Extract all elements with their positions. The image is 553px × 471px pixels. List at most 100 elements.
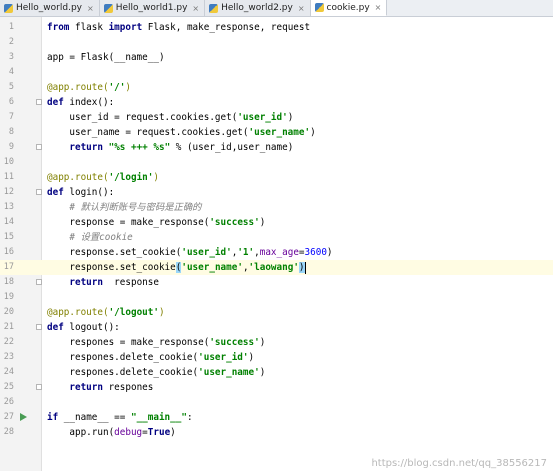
python-file-icon (4, 3, 13, 13)
tab-hello_world1-py[interactable]: Hello_world1.py × (99, 0, 206, 16)
code-text: user_id = request.cookies.get('user_id') (47, 110, 293, 125)
line-number: 4 (8, 67, 14, 77)
code-line[interactable]: 22 respones = make_response('success') (0, 335, 553, 350)
code-token: 'success' (209, 217, 260, 228)
close-icon[interactable]: × (87, 4, 94, 13)
code-line[interactable]: 6 def index(): (0, 95, 553, 110)
code-token: '/logout' (108, 307, 159, 318)
code-line[interactable]: 12 def login(): (0, 185, 553, 200)
code-token: if (47, 412, 59, 423)
code-line[interactable]: 28 app.run(debug=True) (0, 425, 553, 440)
close-icon[interactable]: × (375, 3, 382, 12)
code-token: 'user_id' (181, 247, 232, 258)
line-number: 6 (8, 97, 14, 107)
code-line[interactable]: 24 respones.delete_cookie('user_name') (0, 365, 553, 380)
code-token: : (186, 412, 193, 423)
code-token: ) (125, 82, 131, 93)
code-line[interactable]: 5 @app.route('/') (0, 80, 553, 95)
fold-marker-icon[interactable] (36, 324, 42, 330)
fold-marker-icon[interactable] (36, 384, 42, 390)
code-token: 'laowang' (248, 262, 299, 273)
tab-label: Hello_world.py (16, 3, 82, 13)
code-line[interactable]: 25 return respones (0, 380, 553, 395)
line-number: 9 (8, 142, 14, 152)
code-token: index(): (63, 97, 115, 108)
code-line[interactable]: 3 app = Flask(__name__) (0, 50, 553, 65)
line-number: 23 (3, 352, 14, 362)
watermark: https://blog.csdn.net/qq_38556217 (371, 458, 547, 469)
code-line[interactable]: 2 (0, 35, 553, 50)
tab-label: cookie.py (326, 2, 370, 13)
code-token: '/' (108, 82, 126, 93)
code-token: user_id = request.cookies.get( (47, 112, 238, 123)
close-icon[interactable]: × (192, 4, 199, 13)
tab-cookie-py[interactable]: cookie.py × (310, 0, 388, 16)
fold-marker-icon[interactable] (36, 189, 42, 195)
code-token: respones (102, 382, 154, 393)
code-line[interactable]: 8 user_name = request.cookies.get('user_… (0, 125, 553, 140)
text-caret (304, 261, 306, 274)
tab-label: Hello_world2.py (221, 3, 293, 13)
code-line[interactable]: 27 if __name__ == "__main__": (0, 410, 553, 425)
code-text: return response (47, 275, 159, 290)
code-token: ) (248, 352, 255, 363)
tab-hello_world-py[interactable]: Hello_world.py × (0, 0, 100, 16)
fold-marker-icon[interactable] (36, 144, 42, 150)
close-icon[interactable]: × (298, 4, 305, 13)
run-arrow-icon[interactable] (20, 413, 27, 421)
code-token: % (user_id,user_name) (170, 142, 294, 153)
code-text: @app.route('/logout') (47, 305, 165, 320)
code-token: ) (310, 127, 316, 138)
code-text: respones = make_response('success') (47, 335, 265, 350)
code-text: # 默认判断账号与密码是正确的 (47, 200, 201, 215)
code-line[interactable]: 16 response.set_cookie('user_id','1',max… (0, 245, 553, 260)
code-line[interactable]: 17 response.set_cookie('user_name','laow… (0, 260, 553, 275)
code-token: flask (69, 22, 109, 33)
code-line[interactable]: 23 respones.delete_cookie('user_id') (0, 350, 553, 365)
code-text: response.set_cookie('user_name','laowang… (47, 260, 306, 275)
python-file-icon (314, 3, 324, 12)
code-token: 'user_name' (248, 127, 311, 138)
code-line[interactable]: 10 (0, 155, 553, 170)
editor-tab-bar: Hello_world.py × Hello_world1.py × Hello_wor… (0, 0, 553, 17)
code-line[interactable]: 26 (0, 395, 553, 410)
code-line[interactable]: 11 @app.route('/login') (0, 170, 553, 185)
code-token: from (47, 22, 70, 33)
code-editor[interactable]: 1 from flask import Flask, make_response,… (0, 17, 553, 471)
code-token: 'user_name' (198, 367, 260, 378)
code-token: ) (158, 307, 165, 318)
line-number: 5 (8, 82, 14, 92)
code-line[interactable]: 20 @app.route('/logout') (0, 305, 553, 320)
code-line[interactable]: 21 def logout(): (0, 320, 553, 335)
fold-marker-icon[interactable] (36, 279, 42, 285)
line-number: 15 (3, 232, 14, 242)
code-text: # 设置cookie (47, 230, 132, 245)
code-line[interactable]: 15 # 设置cookie (0, 230, 553, 245)
code-line[interactable]: 7 user_id = request.cookies.get('user_id… (0, 110, 553, 125)
code-token: ) (170, 427, 176, 438)
code-line[interactable]: 14 response = make_response('success') (0, 215, 553, 230)
code-token: 'success' (209, 337, 260, 348)
code-line[interactable]: 1 from flask import Flask, make_response,… (0, 20, 553, 35)
code-line[interactable]: 18 return response (0, 275, 553, 290)
code-text: @app.route('/') (47, 80, 131, 95)
line-number: 14 (3, 217, 14, 227)
code-line[interactable]: 4 (0, 65, 553, 80)
tab-label: Hello_world1.py (115, 3, 188, 13)
line-number: 3 (8, 52, 14, 62)
code-text: return "%s +++ %s" % (user_id,user_name) (47, 140, 293, 155)
line-number: 18 (3, 277, 14, 287)
code-line[interactable]: 9 return "%s +++ %s" % (user_id,user_nam… (0, 140, 553, 155)
code-token: response.set_cookie( (47, 247, 182, 258)
code-line[interactable]: 13 # 默认判断账号与密码是正确的 (0, 200, 553, 215)
code-token: 'user_id' (198, 352, 249, 363)
code-token: logout(): (63, 322, 120, 333)
code-token: ) (259, 217, 266, 228)
tab-hello_world2-py[interactable]: Hello_world2.py × (205, 0, 311, 16)
code-token: ) (326, 247, 333, 258)
fold-marker-icon[interactable] (36, 99, 42, 105)
code-text: respones.delete_cookie('user_name') (47, 365, 265, 380)
code-line[interactable]: 19 (0, 290, 553, 305)
